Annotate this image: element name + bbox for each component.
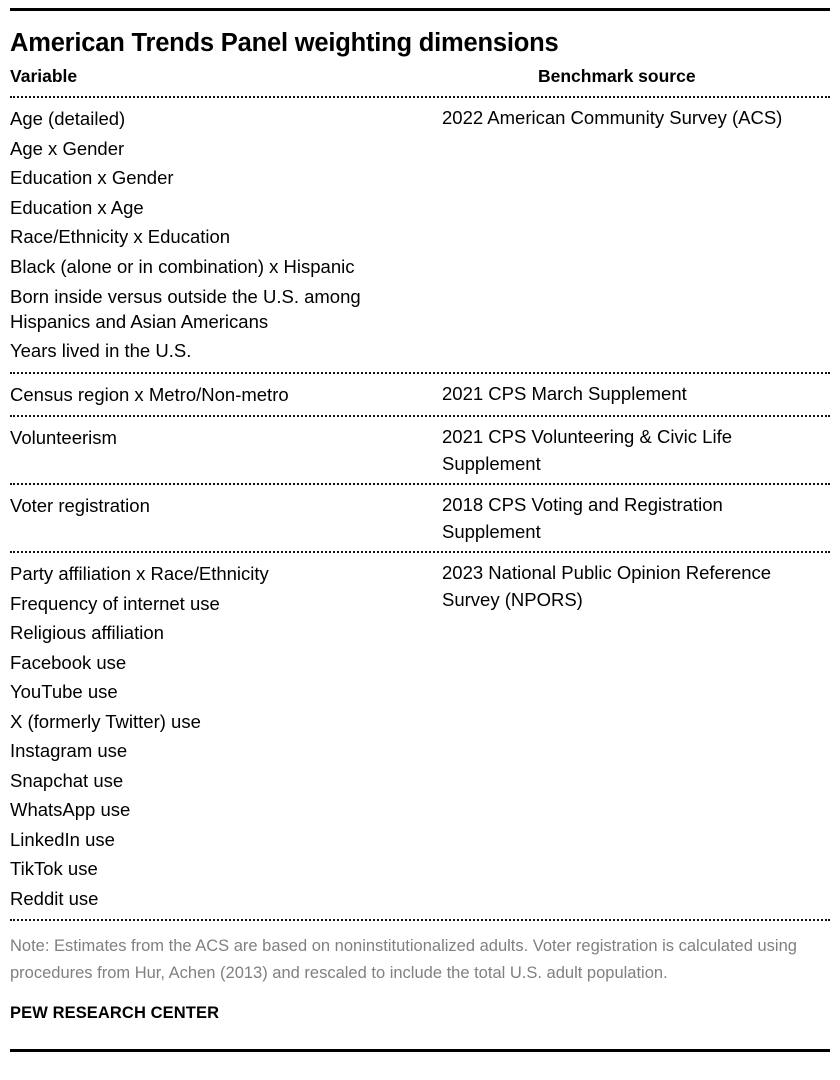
variable-item: X (formerly Twitter) use [10,710,201,732]
variable-item: Religious affiliation [10,622,164,644]
variable-item: Black (alone or in combination) x Hispan… [10,255,355,277]
variable-item: Census region x Metro/Non-metro [10,383,289,405]
variable-item: Facebook use [10,651,127,673]
variable-item: Race/Ethnicity x Education [10,226,231,248]
benchmark-source-text: 2023 National Public Opinion Reference S… [442,562,772,611]
benchmark-source-text: 2021 CPS March Supplement [442,382,687,404]
table-row: Age (detailed) Age x Gender Education x Ge… [10,98,830,372]
variable-item: Voter registration [10,495,150,517]
variable-cell: Census region x Metro/Non-metro [10,380,442,410]
benchmark-source-cell: 2023 National Public Opinion Reference S… [442,559,830,613]
table-body: Age (detailed) Age x Gender Education x Ge… [10,96,830,922]
column-header-benchmark-source: Benchmark source [538,66,696,87]
variable-item: LinkedIn use [10,828,115,850]
page-title: American Trends Panel weighting dimensio… [10,29,559,57]
bottom-rule [10,1049,830,1053]
variable-item: Party affiliation x Race/Ethnicity [10,563,269,585]
benchmark-source-cell: 2021 CPS Volunteering & Civic Life Suppl… [442,423,830,477]
benchmark-source-text: 2021 CPS Volunteering & Civic Life Suppl… [442,426,733,475]
benchmark-source-text: 2022 American Community Survey (ACS) [442,107,783,129]
benchmark-source-cell: 2021 CPS March Supplement [442,380,830,407]
column-header-variable: Variable [10,66,78,87]
table-row: Voter registration 2018 CPS Voting and Re… [10,485,830,551]
variable-cell: Voter registration [10,491,442,521]
chart-sheet: American Trends Panel weighting dimensio… [0,0,840,1080]
table-row: Volunteerism 2021 CPS Volunteering & Civi… [10,417,830,483]
benchmark-source-cell: 2018 CPS Voting and Registration Supplem… [442,491,830,545]
variable-item: Snapchat use [10,769,124,791]
variable-cell: Volunteerism [10,423,442,453]
variable-item: Years lived in the U.S. [10,340,192,362]
variable-item: Instagram use [10,740,128,762]
variable-item: Frequency of internet use [10,592,220,614]
variable-cell: Age (detailed) Age x Gender Education x Ge… [10,104,442,366]
variable-item: Education x Gender [10,167,174,189]
brand-label: PEW RESEARCH CENTER [10,1004,220,1023]
top-rule [10,8,830,11]
table-row: Census region x Metro/Non-metro 2021 CPS … [10,374,830,416]
column-headers: Variable Benchmark source [10,66,830,87]
variable-item: Reddit use [10,887,99,909]
table-row: Party affiliation x Race/Ethnicity Freque… [10,553,830,919]
variable-item: TikTok use [10,858,98,880]
variable-item: WhatsApp use [10,799,131,821]
variable-item: Born inside versus outside the U.S. amon… [10,286,361,333]
benchmark-source-text: 2018 CPS Voting and Registration Supplem… [442,494,723,543]
variable-item: Volunteerism [10,427,117,449]
variable-item: Age x Gender [10,137,125,159]
variable-cell: Party affiliation x Race/Ethnicity Freque… [10,559,442,913]
variable-item: YouTube use [10,681,118,703]
note-text: Note: Estimates from the ACS are based o… [10,937,797,982]
variable-item: Age (detailed) [10,108,126,130]
benchmark-source-cell: 2022 American Community Survey (ACS) [442,104,830,131]
variable-item: Education x Age [10,196,144,218]
row-separator [10,919,830,922]
